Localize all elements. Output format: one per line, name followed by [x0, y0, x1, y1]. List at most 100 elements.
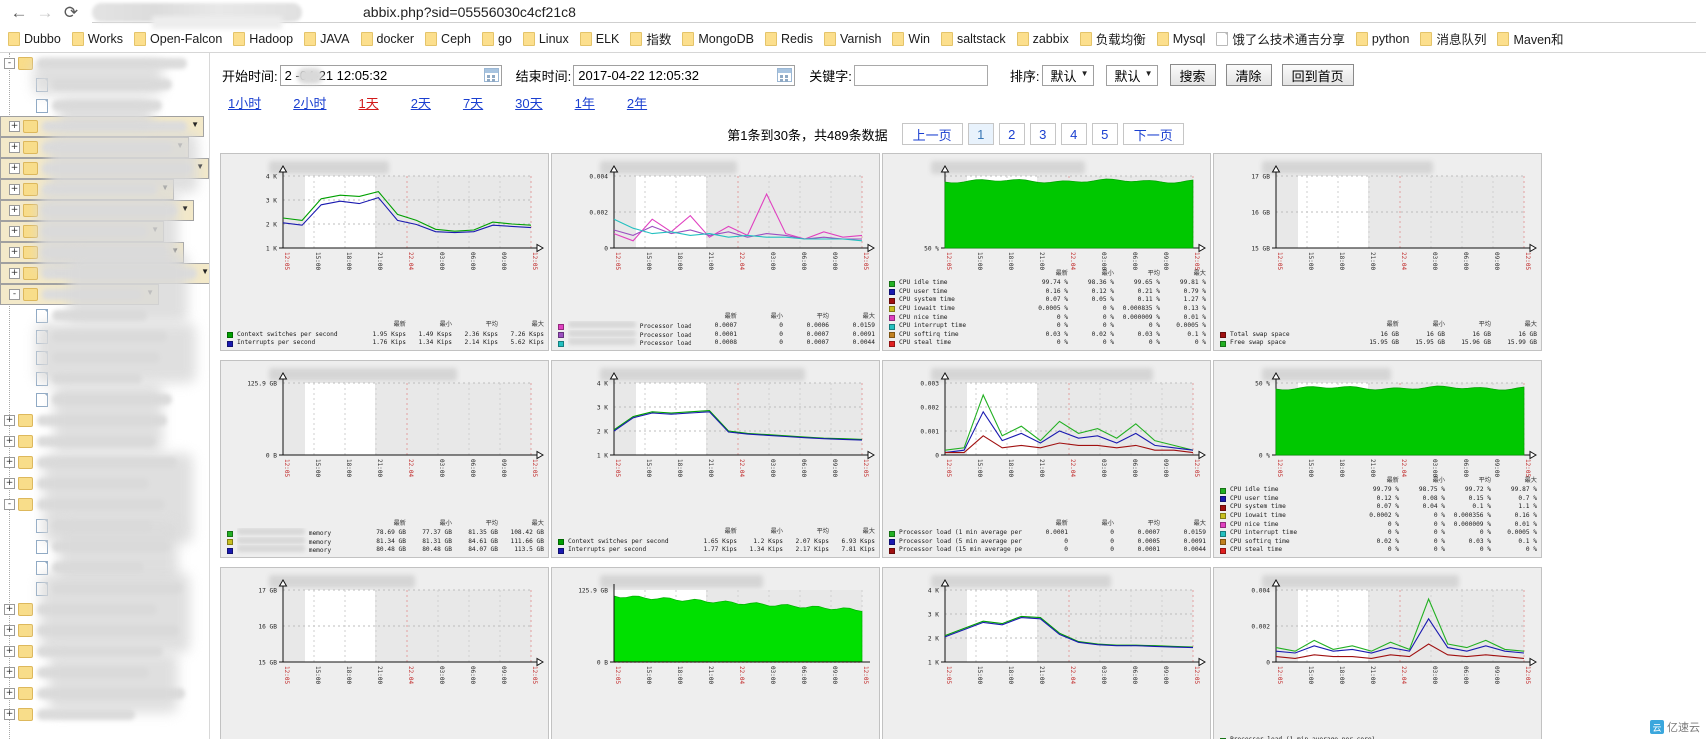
bookmark-item[interactable]: python [1352, 30, 1417, 48]
tree-node[interactable] [0, 389, 209, 410]
expand-icon[interactable]: + [9, 247, 20, 258]
graph-panel[interactable]: 1 K 2 K 3 K 4 K 12:05 15:00 18:00 21:00 22.04 03:… [551, 360, 880, 558]
bookmark-item[interactable]: Dubbo [4, 30, 68, 48]
expand-icon[interactable]: + [9, 184, 20, 195]
range-link[interactable]: 1年 [575, 93, 595, 112]
tree-node[interactable]: + [0, 599, 209, 620]
expand-icon[interactable]: + [9, 142, 20, 153]
graph-panel[interactable]: 15 GB 16 GB 17 GB 12:05 15:00 18:00 21:00 22.04… [220, 567, 549, 739]
tree-node[interactable] [0, 74, 209, 95]
bookmark-item[interactable]: MongoDB [678, 30, 761, 48]
range-link[interactable]: 1天 [358, 93, 378, 112]
expand-icon[interactable]: + [4, 667, 15, 678]
bookmark-item[interactable]: 饿了么技术通吉分享 [1212, 27, 1352, 50]
collapse-icon[interactable]: - [4, 499, 15, 510]
expand-icon[interactable]: + [9, 268, 20, 279]
forward-arrow-icon[interactable]: → [32, 2, 58, 24]
tree-node[interactable]: - [0, 284, 159, 305]
pager-page[interactable]: 4 [1060, 123, 1087, 145]
tree-node[interactable]: + [0, 620, 209, 641]
range-link[interactable]: 1小时 [228, 93, 261, 112]
address-bar[interactable]: abbix.php?sid=05556030c4cf21c8 [92, 2, 1696, 29]
search-button[interactable]: 搜索 [1169, 64, 1216, 86]
bookmark-item[interactable]: Redis [761, 30, 820, 48]
bookmark-item[interactable]: go [478, 30, 519, 48]
bookmark-item[interactable]: 消息队列 [1416, 27, 1493, 50]
sidebar-tree[interactable]: - + + + + + + + + - + + + + - + + + + + + [0, 53, 210, 739]
pager-page[interactable]: 1 [967, 123, 994, 145]
graph-panel[interactable]: 50 % 12:05 15:00 18:00 21:00 22.04 03:00 06:00 0… [882, 153, 1211, 351]
tree-node[interactable]: + [0, 116, 204, 137]
collapse-icon[interactable]: - [9, 289, 20, 300]
expand-icon[interactable]: + [4, 415, 15, 426]
expand-icon[interactable]: + [4, 604, 15, 615]
graph-panel[interactable]: 0 0.002 0.004 12:05 15:00 18:00 21:00 22.04 03:0… [551, 153, 880, 351]
tree-node[interactable]: + [0, 242, 184, 263]
pager-next[interactable]: 下一页 [1122, 123, 1184, 145]
calendar-icon-end[interactable] [777, 68, 793, 82]
keyword-input[interactable] [853, 64, 988, 86]
tree-node[interactable] [0, 515, 209, 536]
end-time-field[interactable]: 2017-04-22 12:05:32 [573, 64, 796, 86]
range-link[interactable]: 7天 [463, 93, 483, 112]
back-arrow-icon[interactable]: ← [6, 2, 32, 24]
tree-node[interactable]: + [0, 662, 209, 683]
graph-panel[interactable]: 0 0.001 0.002 0.003 12:05 15:00 18:00 21:00 22.0… [882, 360, 1211, 558]
expand-icon[interactable]: + [4, 478, 15, 489]
tree-node[interactable] [0, 536, 209, 557]
graph-panel[interactable]: 0 B 125.9 GB 12:05 15:00 18:00 21:00 22.04 03:0… [220, 360, 549, 558]
calendar-icon[interactable] [483, 68, 499, 82]
tree-node[interactable]: + [0, 137, 189, 158]
expand-icon[interactable]: + [4, 436, 15, 447]
bookmark-item[interactable]: JAVA [300, 30, 356, 48]
home-button[interactable]: 回到首页 [1281, 64, 1354, 86]
range-link[interactable]: 30天 [515, 93, 542, 112]
expand-icon[interactable]: + [4, 625, 15, 636]
tree-node[interactable]: + [0, 179, 174, 200]
reload-icon[interactable]: ⟳ [58, 2, 84, 24]
sort-select-1[interactable]: 默认 [1041, 64, 1094, 86]
expand-icon[interactable]: + [4, 688, 15, 699]
expand-icon[interactable]: + [4, 457, 15, 468]
bookmark-item[interactable]: Win [888, 30, 937, 48]
bookmark-item[interactable]: Linux [519, 30, 576, 48]
sort-select-2[interactable]: 默认 [1105, 64, 1158, 86]
graph-panel[interactable]: 15 GB 16 GB 17 GB 12:05 15:00 18:00 21:00 22.04… [1213, 153, 1542, 351]
tree-node[interactable]: + [0, 221, 164, 242]
bookmark-item[interactable]: Ceph [421, 30, 478, 48]
tree-node[interactable]: + [0, 473, 209, 494]
tree-node[interactable] [0, 305, 209, 326]
bookmark-item[interactable]: Maven和 [1493, 27, 1570, 50]
tree-node[interactable] [0, 578, 209, 599]
range-link[interactable]: 2年 [627, 93, 647, 112]
tree-node[interactable]: - [0, 494, 209, 515]
range-link[interactable]: 2小时 [293, 93, 326, 112]
bookmark-item[interactable]: Mysql [1153, 30, 1213, 48]
expand-icon[interactable]: + [9, 226, 20, 237]
bookmark-item[interactable]: Varnish [820, 30, 888, 48]
pager-prev[interactable]: 上一页 [901, 123, 963, 145]
bookmark-item[interactable]: ELK [576, 30, 627, 48]
pager-page[interactable]: 3 [1029, 123, 1056, 145]
bookmark-item[interactable]: zabbix [1013, 30, 1076, 48]
bookmark-item[interactable]: Open-Falcon [130, 30, 229, 48]
tree-node[interactable]: + [0, 452, 209, 473]
expand-icon[interactable]: + [9, 205, 20, 216]
tree-node[interactable] [0, 557, 209, 578]
bookmark-item[interactable]: docker [357, 30, 422, 48]
tree-node[interactable]: + [0, 200, 194, 221]
expand-icon[interactable]: + [4, 709, 15, 720]
start-time-field[interactable]: 2 -04-21 12:05:32 [279, 64, 502, 86]
expand-icon[interactable]: + [9, 121, 20, 132]
tree-node[interactable]: + [0, 158, 209, 179]
bookmark-item[interactable]: 负载均衡 [1076, 27, 1153, 50]
expand-icon[interactable]: + [9, 163, 20, 174]
bookmark-item[interactable]: Hadoop [229, 30, 300, 48]
graph-panel[interactable]: 0 B 125.9 GB 12:05 15:00 18:00 21:00 22.04 03:0… [551, 567, 880, 739]
expand-icon[interactable]: + [4, 646, 15, 657]
tree-node[interactable] [0, 368, 209, 389]
tree-node[interactable] [0, 347, 209, 368]
pager-page[interactable]: 2 [998, 123, 1025, 145]
pager-page[interactable]: 5 [1091, 123, 1118, 145]
tree-node[interactable]: + [0, 683, 209, 704]
